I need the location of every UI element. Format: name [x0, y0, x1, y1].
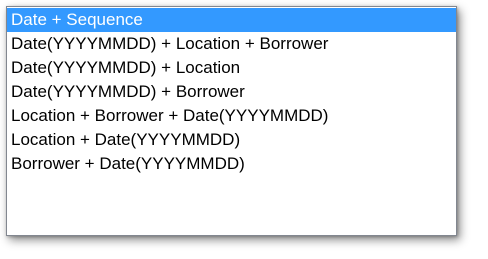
screenshot-canvas: Date + Sequence Date(YYYYMMDD) + Locatio… — [0, 0, 488, 259]
option-date-sequence[interactable]: Date + Sequence — [7, 8, 456, 32]
option-date-location[interactable]: Date(YYYYMMDD) + Location — [7, 56, 456, 80]
option-location-borrower-date[interactable]: Location + Borrower + Date(YYYYMMDD) — [7, 104, 456, 128]
option-date-borrower[interactable]: Date(YYYYMMDD) + Borrower — [7, 80, 456, 104]
dropdown-list-panel[interactable]: Date + Sequence Date(YYYYMMDD) + Locatio… — [6, 6, 457, 236]
option-date-location-borrower[interactable]: Date(YYYYMMDD) + Location + Borrower — [7, 32, 456, 56]
option-list: Date + Sequence Date(YYYYMMDD) + Locatio… — [7, 7, 456, 176]
option-location-date[interactable]: Location + Date(YYYYMMDD) — [7, 128, 456, 152]
option-borrower-date[interactable]: Borrower + Date(YYYYMMDD) — [7, 152, 456, 176]
